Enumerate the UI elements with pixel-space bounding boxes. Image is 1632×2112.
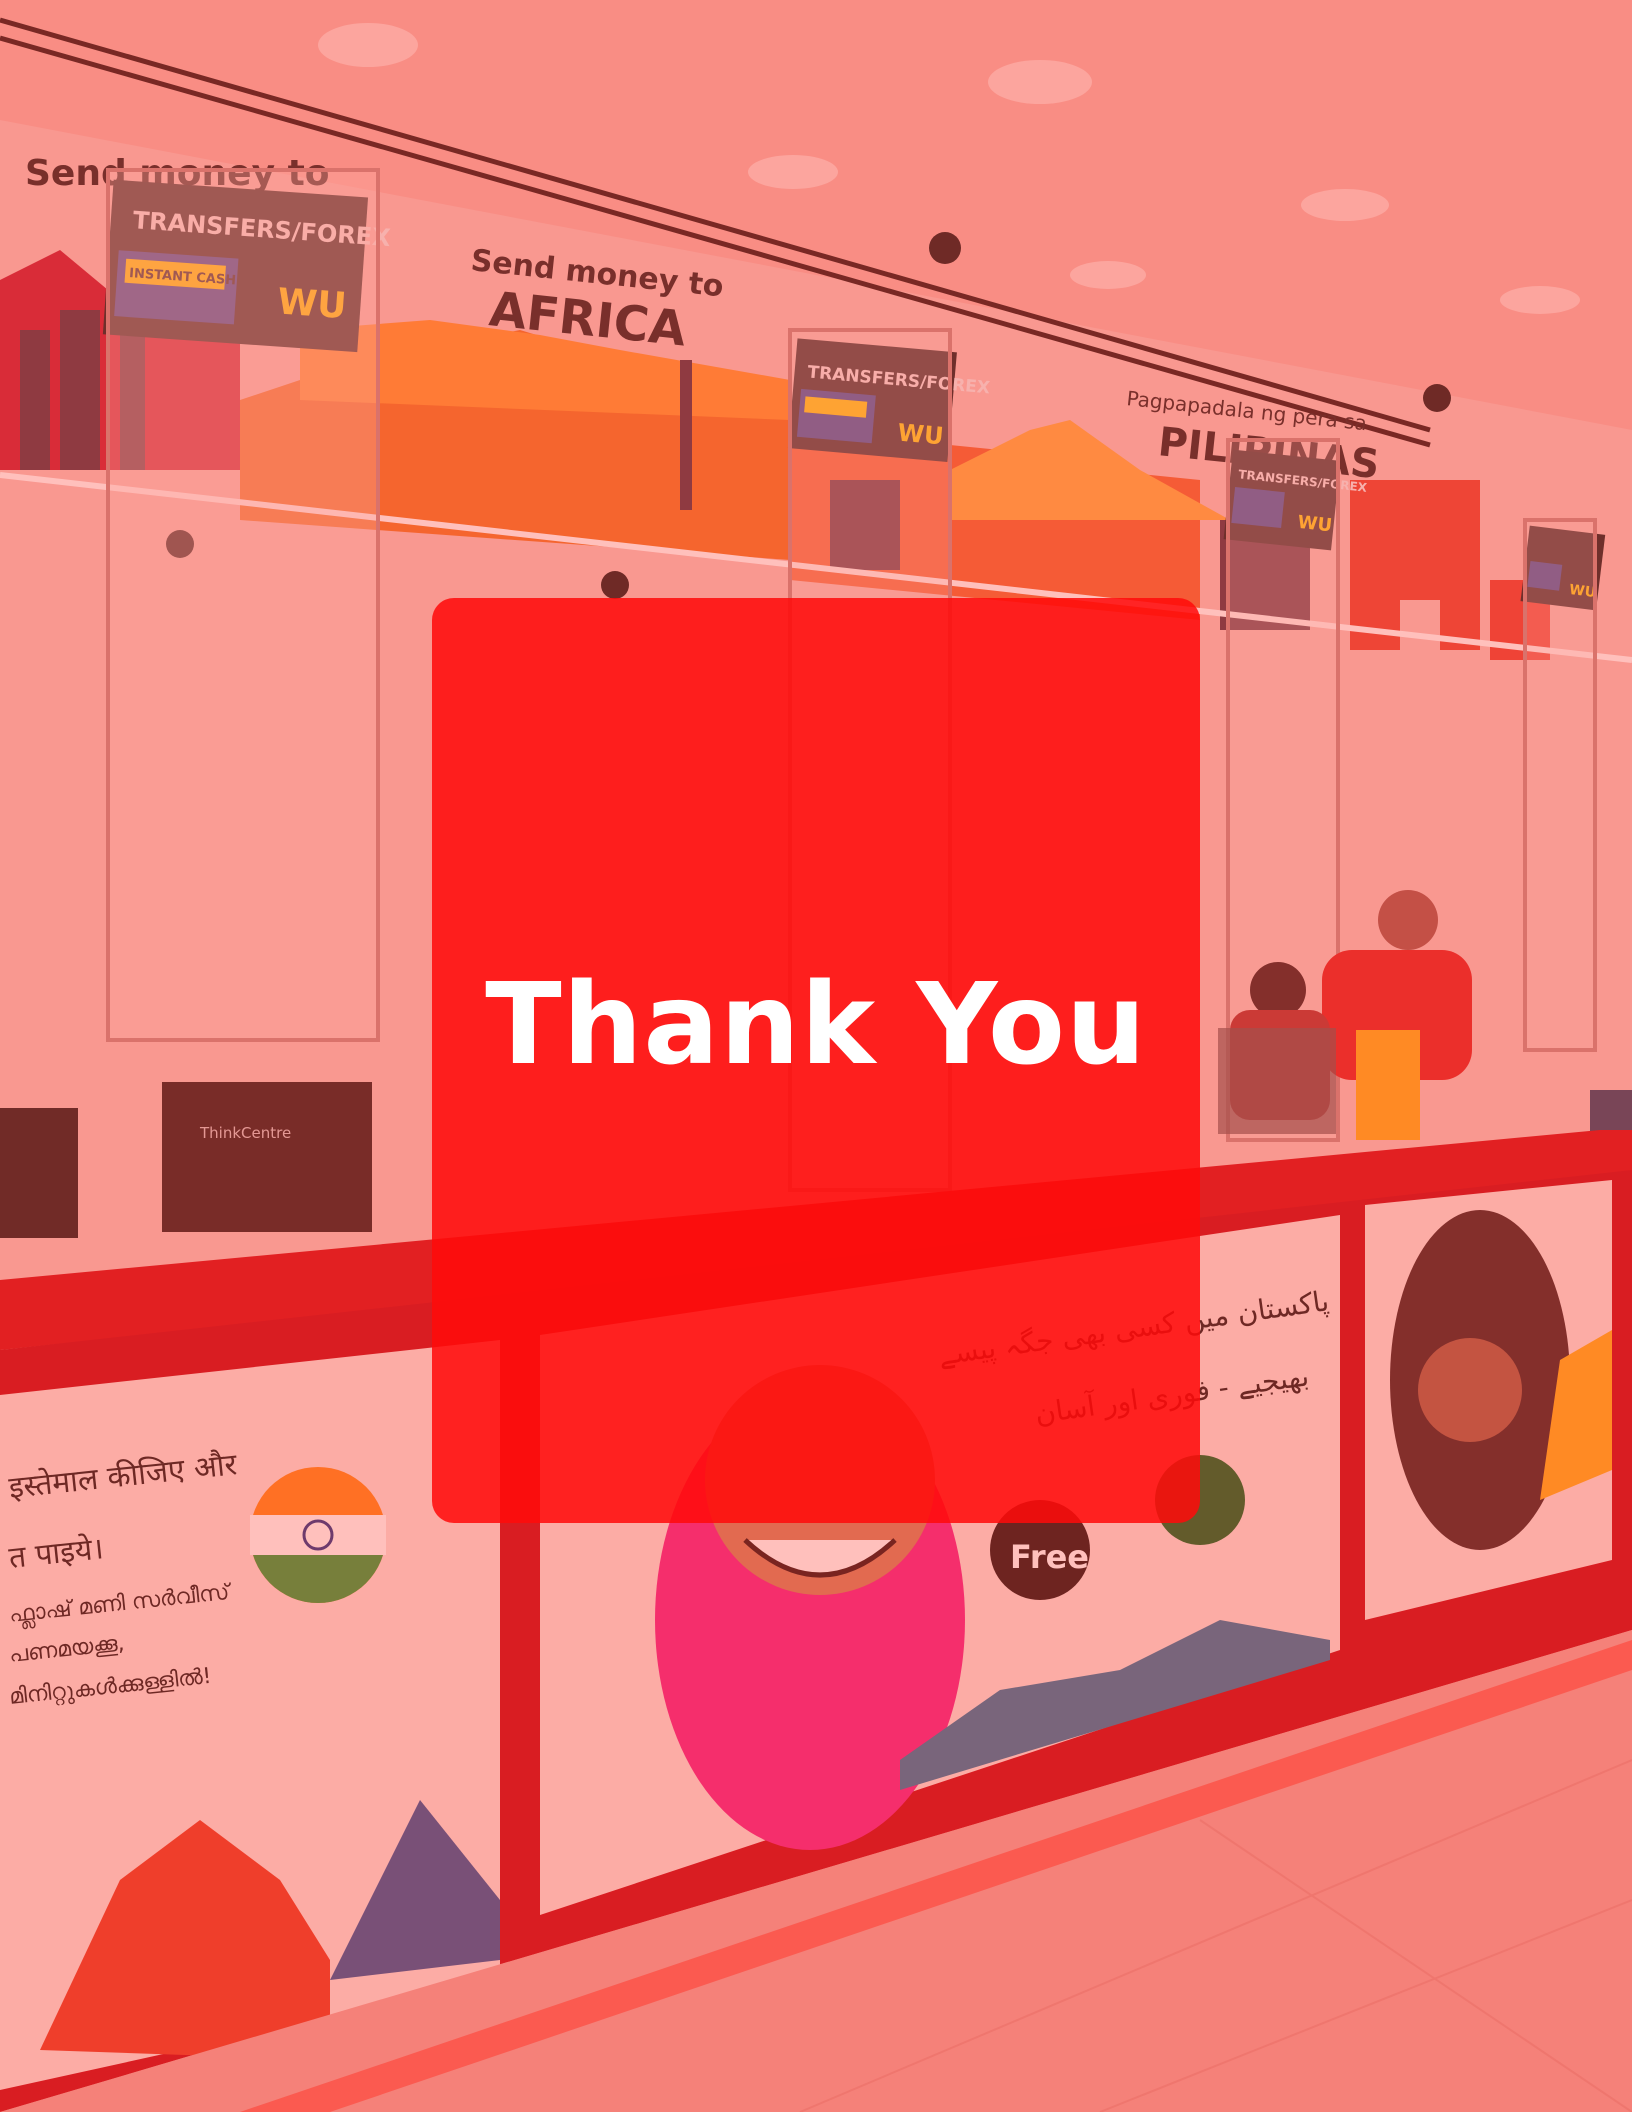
thank-you-card: Thank You — [432, 598, 1200, 1523]
thank-you-title: Thank You — [485, 959, 1147, 1090]
